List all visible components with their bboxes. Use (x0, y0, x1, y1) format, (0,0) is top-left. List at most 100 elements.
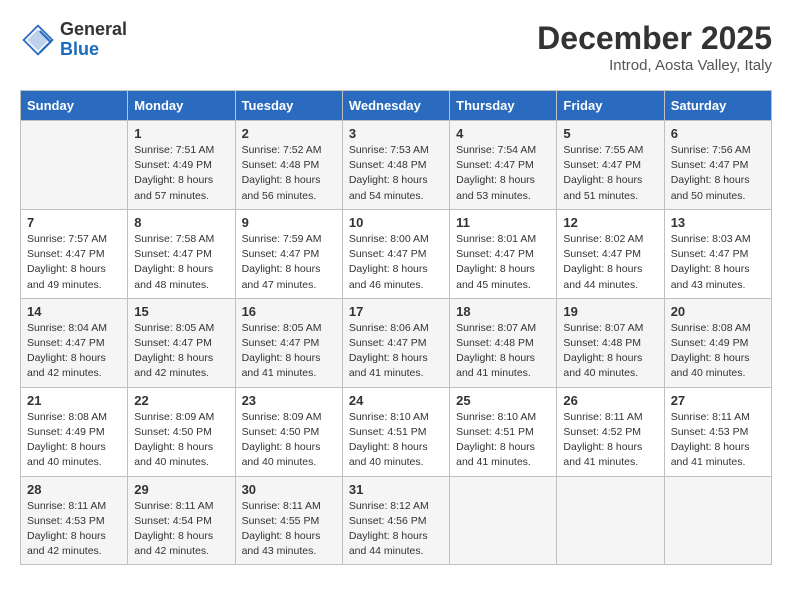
cell-content: Sunrise: 8:01 AMSunset: 4:47 PMDaylight:… (456, 232, 550, 293)
cell-content: Sunrise: 8:05 AMSunset: 4:47 PMDaylight:… (242, 321, 336, 382)
calendar-cell: 15 Sunrise: 8:05 AMSunset: 4:47 PMDayligh… (128, 298, 235, 387)
calendar-cell (450, 476, 557, 565)
day-header-friday: Friday (557, 91, 664, 121)
month-year-title: December 2025 (537, 20, 772, 57)
calendar-cell: 24 Sunrise: 8:10 AMSunset: 4:51 PMDayligh… (342, 387, 449, 476)
day-number: 14 (27, 304, 121, 319)
location-subtitle: Introd, Aosta Valley, Italy (537, 57, 772, 74)
day-number: 13 (671, 215, 765, 230)
day-header-thursday: Thursday (450, 91, 557, 121)
calendar-cell: 17 Sunrise: 8:06 AMSunset: 4:47 PMDayligh… (342, 298, 449, 387)
cell-content: Sunrise: 8:04 AMSunset: 4:47 PMDaylight:… (27, 321, 121, 382)
day-number: 15 (134, 304, 228, 319)
day-number: 12 (563, 215, 657, 230)
day-number: 3 (349, 126, 443, 141)
calendar-cell: 27 Sunrise: 8:11 AMSunset: 4:53 PMDayligh… (664, 387, 771, 476)
day-number: 31 (349, 482, 443, 497)
calendar-cell: 2 Sunrise: 7:52 AMSunset: 4:48 PMDaylight… (235, 121, 342, 210)
cell-content: Sunrise: 8:11 AMSunset: 4:54 PMDaylight:… (134, 499, 228, 560)
week-row-2: 7 Sunrise: 7:57 AMSunset: 4:47 PMDaylight… (21, 209, 772, 298)
cell-content: Sunrise: 8:11 AMSunset: 4:53 PMDaylight:… (671, 410, 765, 471)
day-header-tuesday: Tuesday (235, 91, 342, 121)
week-row-5: 28 Sunrise: 8:11 AMSunset: 4:53 PMDayligh… (21, 476, 772, 565)
cell-content: Sunrise: 7:52 AMSunset: 4:48 PMDaylight:… (242, 143, 336, 204)
day-number: 9 (242, 215, 336, 230)
logo: General Blue (20, 20, 127, 60)
calendar-cell: 20 Sunrise: 8:08 AMSunset: 4:49 PMDayligh… (664, 298, 771, 387)
calendar-cell (557, 476, 664, 565)
cell-content: Sunrise: 8:10 AMSunset: 4:51 PMDaylight:… (456, 410, 550, 471)
logo-general: General (60, 20, 127, 40)
logo-icon (20, 22, 56, 58)
week-row-3: 14 Sunrise: 8:04 AMSunset: 4:47 PMDayligh… (21, 298, 772, 387)
day-number: 20 (671, 304, 765, 319)
calendar-cell (664, 476, 771, 565)
cell-content: Sunrise: 8:03 AMSunset: 4:47 PMDaylight:… (671, 232, 765, 293)
cell-content: Sunrise: 8:07 AMSunset: 4:48 PMDaylight:… (456, 321, 550, 382)
day-number: 6 (671, 126, 765, 141)
calendar-cell: 16 Sunrise: 8:05 AMSunset: 4:47 PMDayligh… (235, 298, 342, 387)
cell-content: Sunrise: 7:58 AMSunset: 4:47 PMDaylight:… (134, 232, 228, 293)
calendar-cell: 31 Sunrise: 8:12 AMSunset: 4:56 PMDayligh… (342, 476, 449, 565)
cell-content: Sunrise: 8:05 AMSunset: 4:47 PMDaylight:… (134, 321, 228, 382)
calendar-table: SundayMondayTuesdayWednesdayThursdayFrid… (20, 90, 772, 565)
cell-content: Sunrise: 7:54 AMSunset: 4:47 PMDaylight:… (456, 143, 550, 204)
calendar-cell: 22Sunrise: 8:09 AMSunset: 4:50 PMDayligh… (128, 387, 235, 476)
calendar-cell: 13 Sunrise: 8:03 AMSunset: 4:47 PMDayligh… (664, 209, 771, 298)
week-row-4: 21 Sunrise: 8:08 AMSunset: 4:49 PMDayligh… (21, 387, 772, 476)
day-number: 25 (456, 393, 550, 408)
cell-content: Sunrise: 8:12 AMSunset: 4:56 PMDaylight:… (349, 499, 443, 560)
calendar-cell: 19Sunrise: 8:07 AMSunset: 4:48 PMDayligh… (557, 298, 664, 387)
calendar-cell: 21 Sunrise: 8:08 AMSunset: 4:49 PMDayligh… (21, 387, 128, 476)
day-number: 16 (242, 304, 336, 319)
cell-content: Sunrise: 8:06 AMSunset: 4:47 PMDaylight:… (349, 321, 443, 382)
title-block: December 2025 Introd, Aosta Valley, Ital… (537, 20, 772, 74)
day-header-wednesday: Wednesday (342, 91, 449, 121)
calendar-cell: 8 Sunrise: 7:58 AMSunset: 4:47 PMDaylight… (128, 209, 235, 298)
cell-content: Sunrise: 8:11 AMSunset: 4:53 PMDaylight:… (27, 499, 121, 560)
cell-content: Sunrise: 8:08 AMSunset: 4:49 PMDaylight:… (671, 321, 765, 382)
cell-content: Sunrise: 7:55 AMSunset: 4:47 PMDaylight:… (563, 143, 657, 204)
day-number: 7 (27, 215, 121, 230)
calendar-cell: 28 Sunrise: 8:11 AMSunset: 4:53 PMDayligh… (21, 476, 128, 565)
calendar-cell: 1 Sunrise: 7:51 AMSunset: 4:49 PMDaylight… (128, 121, 235, 210)
day-number: 27 (671, 393, 765, 408)
day-number: 5 (563, 126, 657, 141)
day-header-saturday: Saturday (664, 91, 771, 121)
day-number: 19 (563, 304, 657, 319)
day-number: 17 (349, 304, 443, 319)
day-number: 26 (563, 393, 657, 408)
day-number: 1 (134, 126, 228, 141)
day-number: 11 (456, 215, 550, 230)
cell-content: Sunrise: 7:57 AMSunset: 4:47 PMDaylight:… (27, 232, 121, 293)
day-number: 28 (27, 482, 121, 497)
logo-text: General Blue (60, 20, 127, 60)
calendar-cell: 23 Sunrise: 8:09 AMSunset: 4:50 PMDayligh… (235, 387, 342, 476)
day-number: 24 (349, 393, 443, 408)
day-number: 2 (242, 126, 336, 141)
calendar-cell (21, 121, 128, 210)
day-number: 22 (134, 393, 228, 408)
cell-content: Sunrise: 8:08 AMSunset: 4:49 PMDaylight:… (27, 410, 121, 471)
day-number: 10 (349, 215, 443, 230)
calendar-cell: 3Sunrise: 7:53 AMSunset: 4:48 PMDaylight… (342, 121, 449, 210)
day-header-monday: Monday (128, 91, 235, 121)
calendar-cell: 10Sunrise: 8:00 AMSunset: 4:47 PMDayligh… (342, 209, 449, 298)
cell-content: Sunrise: 7:56 AMSunset: 4:47 PMDaylight:… (671, 143, 765, 204)
calendar-cell: 14 Sunrise: 8:04 AMSunset: 4:47 PMDayligh… (21, 298, 128, 387)
calendar-cell: 25 Sunrise: 8:10 AMSunset: 4:51 PMDayligh… (450, 387, 557, 476)
calendar-cell: 11 Sunrise: 8:01 AMSunset: 4:47 PMDayligh… (450, 209, 557, 298)
day-number: 30 (242, 482, 336, 497)
calendar-cell: 7 Sunrise: 7:57 AMSunset: 4:47 PMDaylight… (21, 209, 128, 298)
week-row-1: 1 Sunrise: 7:51 AMSunset: 4:49 PMDaylight… (21, 121, 772, 210)
cell-content: Sunrise: 8:10 AMSunset: 4:51 PMDaylight:… (349, 410, 443, 471)
cell-content: Sunrise: 7:51 AMSunset: 4:49 PMDaylight:… (134, 143, 228, 204)
calendar-cell: 6 Sunrise: 7:56 AMSunset: 4:47 PMDaylight… (664, 121, 771, 210)
day-header-sunday: Sunday (21, 91, 128, 121)
day-number: 29 (134, 482, 228, 497)
day-number: 8 (134, 215, 228, 230)
day-number: 23 (242, 393, 336, 408)
cell-content: Sunrise: 8:09 AMSunset: 4:50 PMDaylight:… (242, 410, 336, 471)
day-number: 21 (27, 393, 121, 408)
cell-content: Sunrise: 8:11 AMSunset: 4:52 PMDaylight:… (563, 410, 657, 471)
